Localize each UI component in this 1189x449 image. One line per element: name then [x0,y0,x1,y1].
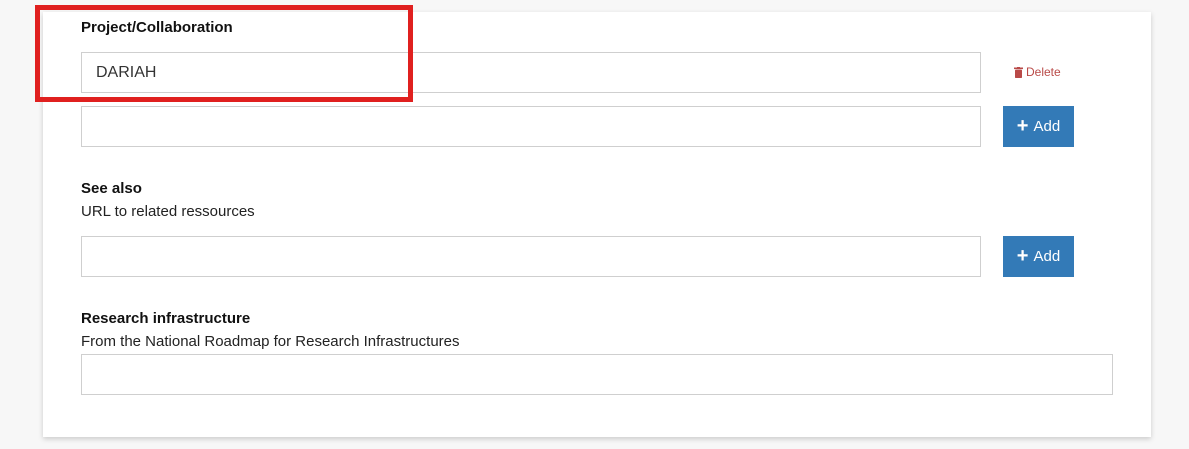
project-collaboration-input[interactable] [81,52,981,93]
research-infrastructure-help: From the National Roadmap for Research I… [81,333,460,350]
add-label: Add [1033,118,1061,135]
research-infrastructure-label: Research infrastructure [81,310,251,327]
trash-icon [1014,66,1023,78]
add-see-also-button[interactable]: + Add [1003,236,1074,277]
project-collaboration-label: Project/Collaboration [81,19,233,36]
delete-button[interactable]: Delete [1014,65,1061,79]
add-label: Add [1033,248,1061,265]
see-also-help: URL to related ressources [81,203,255,220]
add-project-button[interactable]: + Add [1003,106,1074,147]
plus-icon: + [1016,244,1029,267]
plus-icon: + [1016,114,1029,137]
see-also-input[interactable] [81,236,981,277]
see-also-label: See also [81,180,142,197]
research-infrastructure-input[interactable] [81,354,1113,395]
project-collaboration-new-input[interactable] [81,106,981,147]
delete-label: Delete [1026,65,1061,79]
